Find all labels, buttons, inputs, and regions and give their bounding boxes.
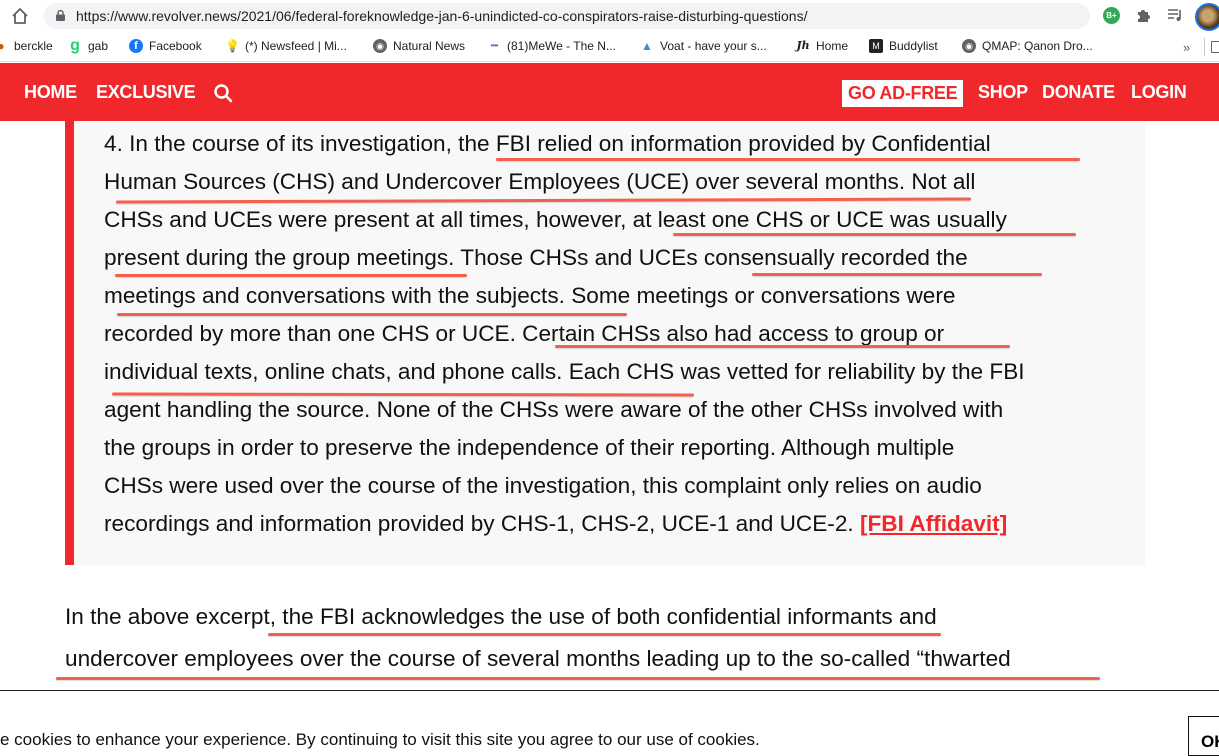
cookie-message: e cookies to enhance your experience. By… [0,730,760,749]
fbi-affidavit-link[interactable]: [FBI Affidavit] [860,511,1007,536]
paragraph-line: In the above excerpt, the FBI acknowledg… [65,604,937,629]
facebook-icon: f [129,39,143,53]
highlight-underline [117,313,627,316]
bookmark-facebook[interactable]: f Facebook [129,39,202,53]
highlight-underline [496,158,1080,161]
highlight-underline [673,233,1076,236]
lock-icon[interactable] [56,10,65,21]
browser-toolbar: https://www.revolver.news/2021/06/federa… [0,0,1219,32]
buddylist-icon: M [869,39,883,53]
paragraph-line: undercover employees over the course of … [65,646,1011,671]
reading-list-icon[interactable] [1211,41,1219,53]
quote-line-last: recordings and information provided by C… [104,511,1008,536]
bookmark-gab[interactable]: g gab [68,37,108,54]
lightbulb-icon: 💡 [225,39,240,53]
mewe-icon: •••• [490,41,498,50]
highlight-underline [115,274,467,277]
bookmark-home[interactable]: Jh Home [796,39,848,53]
bookmarks-divider [1204,38,1205,56]
quote-line: meetings and conversations with the subj… [104,283,956,308]
berckle-icon: ● [0,39,5,53]
jh-icon: Jh [796,39,810,52]
highlight-underline [752,273,1042,276]
cookie-banner: e cookies to enhance your experience. By… [0,690,1219,756]
bookmark-buddylist[interactable]: M Buddylist [869,39,938,53]
extension-badge-icon[interactable]: B+ [1103,7,1120,24]
bookmark-qmap[interactable]: ◉ QMAP: Qanon Dro... [962,39,1093,53]
go-ad-free-button[interactable]: GO AD-FREE [842,80,964,107]
quote-line: the groups in order to preserve the inde… [104,435,955,460]
bookmark-mewe[interactable]: •••• (81)MeWe - The N... [487,39,616,53]
quote-line: agent handling the source. None of the C… [104,397,1004,422]
bookmarks-bar: ● berckle g gab f Facebook 💡 (*) Newsfeed | … [0,32,1219,62]
highlight-underline [555,345,1010,348]
more-bookmarks-button[interactable]: » [1183,40,1190,55]
globe-icon: ◉ [962,39,976,53]
address-bar[interactable]: https://www.revolver.news/2021/06/federa… [44,3,1090,29]
extensions-puzzle-icon[interactable] [1135,6,1153,24]
voat-icon: ▲ [641,39,653,53]
gab-icon: g [70,37,80,54]
globe-icon: ◉ [373,39,387,53]
bookmark-natural-news[interactable]: ◉ Natural News [373,39,465,53]
quote-line: Human Sources (CHS) and Undercover Emplo… [104,169,976,194]
quote-line: individual texts, online chats, and phon… [104,359,1025,384]
nav-donate[interactable]: DONATE [1042,82,1115,103]
bookmark-newsfeed[interactable]: 💡 (*) Newsfeed | Mi... [225,39,347,53]
home-icon[interactable] [10,6,30,26]
profile-avatar[interactable] [1195,3,1219,31]
affidavit-blockquote: 4. In the course of its investigation, t… [65,121,1145,565]
quote-line: CHSs were used over the course of the in… [104,473,982,498]
url-text[interactable]: https://www.revolver.news/2021/06/federa… [76,8,807,24]
site-nav: HOME EXCLUSIVE GO AD-FREE SHOP DONATE LO… [0,63,1219,121]
nav-exclusive[interactable]: EXCLUSIVE [96,82,196,103]
cookie-ok-button[interactable]: OK [1188,716,1219,756]
bookmark-berckle[interactable]: ● berckle [0,39,53,53]
nav-shop[interactable]: SHOP [978,82,1028,103]
nav-login[interactable]: LOGIN [1131,82,1187,103]
media-control-icon[interactable] [1166,6,1184,24]
search-icon[interactable] [213,83,233,103]
bookmark-voat[interactable]: ▲ Voat - have your s... [640,39,767,53]
nav-home[interactable]: HOME [24,82,77,103]
quote-line: present during the group meetings. Those… [104,245,968,270]
